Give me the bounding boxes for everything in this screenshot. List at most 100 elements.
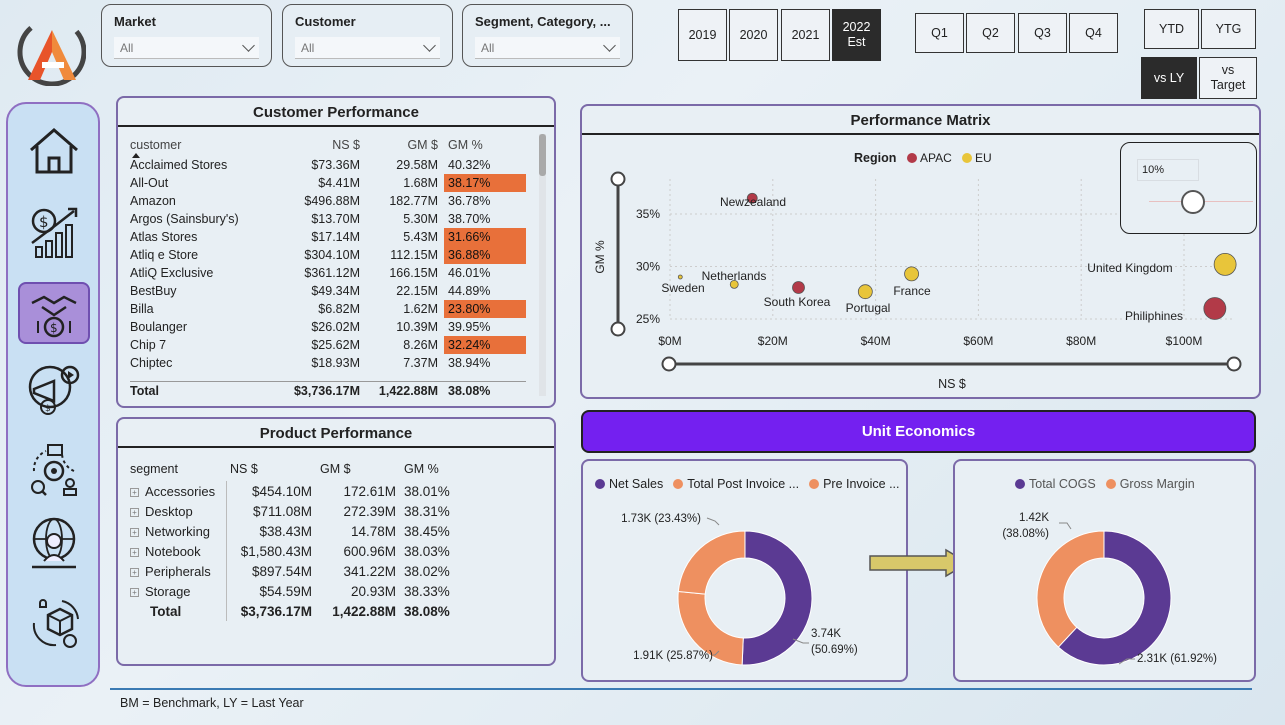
nav-support[interactable] <box>18 592 90 654</box>
vs-target-button[interactable]: vs Target <box>1199 57 1257 99</box>
segment-cell: + Peripherals <box>130 561 226 581</box>
table-row[interactable]: + Notebook $1,580.43M 600.96M 38.03% <box>130 541 464 561</box>
donut-slice[interactable] <box>741 530 813 666</box>
nav-marketing[interactable]: $ <box>18 358 90 420</box>
year-2022-button[interactable]: 2022 Est <box>832 9 881 61</box>
market-dropdown[interactable]: All <box>114 37 259 59</box>
market-value: All <box>120 40 134 55</box>
segment-filter[interactable]: Segment, Category, ... All <box>462 4 633 67</box>
table-row[interactable]: Atlas Stores $17.14M 5.43M 31.66% <box>130 228 526 246</box>
table-row[interactable]: Chip 7 $25.62M 8.26M 32.24% <box>130 336 526 354</box>
table-row[interactable]: Chiptec $18.93M 7.37M 38.94% <box>130 354 526 372</box>
table-row[interactable]: Boulanger $26.02M 10.39M 39.95% <box>130 318 526 336</box>
nav-executive[interactable] <box>18 512 90 574</box>
gm-cell: 341.22M <box>343 563 396 579</box>
donut-slice[interactable] <box>677 530 746 595</box>
table-row[interactable]: Amazon $496.88M 182.77M 36.78% <box>130 192 526 210</box>
gm-cell: 600.96M <box>343 543 396 559</box>
q1-button[interactable]: Q1 <box>915 13 964 53</box>
y-tick-label: 35% <box>636 207 660 221</box>
y-range-handle-bottom <box>610 321 626 337</box>
threshold-handle[interactable] <box>1181 190 1205 214</box>
ytd-button[interactable]: YTD <box>1144 9 1199 49</box>
q3-button[interactable]: Q3 <box>1018 13 1067 53</box>
customer-filter[interactable]: Customer All <box>282 4 453 67</box>
total-label: Total <box>130 384 159 398</box>
donut-slice[interactable] <box>1036 530 1105 648</box>
table-row[interactable]: + Desktop $711.08M 272.39M 38.31% <box>130 501 464 521</box>
table-row[interactable]: Argos (Sainsbury's) $13.70M 5.30M 38.70% <box>130 210 526 228</box>
table-row[interactable]: AtliQ Exclusive $361.12M 166.15M 46.01% <box>130 264 526 282</box>
table-row[interactable]: + Networking $38.43M 14.78M 38.45% <box>130 521 464 541</box>
nav-supply-chain[interactable] <box>18 438 90 500</box>
col-customer[interactable]: customer <box>130 134 280 156</box>
table-row[interactable]: Billa $6.82M 1.62M 23.80% <box>130 300 526 318</box>
expand-icon[interactable]: + <box>130 507 139 517</box>
segment-cell: + Desktop <box>130 501 226 521</box>
x-tick-label: $20M <box>758 334 788 348</box>
legend-pre-invoice: Pre Invoice ... <box>823 477 900 491</box>
q2-button[interactable]: Q2 <box>966 13 1015 53</box>
year-2019-button[interactable]: 2019 <box>678 9 727 61</box>
table-row[interactable]: + Storage $54.59M 20.93M 38.33% <box>130 581 464 601</box>
nav-sales[interactable]: $ <box>18 282 90 344</box>
data-point <box>857 284 873 300</box>
market-filter[interactable]: Market All <box>101 4 272 67</box>
expand-icon[interactable]: + <box>130 487 139 497</box>
col-ns[interactable]: NS $ <box>280 134 366 156</box>
ns-cell: $38.43M <box>225 521 316 541</box>
gm-pct-cell: 38.45% <box>404 523 450 539</box>
table-row[interactable]: All-Out $4.41M 1.68M 38.17% <box>130 174 526 192</box>
table-row[interactable]: Acclaimed Stores $73.36M 29.58M 40.32% <box>130 156 526 174</box>
table-row[interactable]: BestBuy $49.34M 22.15M 44.89% <box>130 282 526 300</box>
year-2021-button[interactable]: 2021 <box>781 9 830 61</box>
data-label: Philiphines <box>1125 309 1183 323</box>
ns-cell: $73.36M <box>311 158 360 172</box>
legend-dot-net-sales <box>595 479 605 489</box>
gm-pct-cell: 38.31% <box>404 503 450 519</box>
col-product-gm-pct[interactable]: GM % <box>400 457 464 481</box>
gm-pct-cell: 38.94% <box>448 356 491 370</box>
expand-icon[interactable]: + <box>130 587 139 597</box>
table-row[interactable]: Atliq e Store $304.10M 112.15M 36.88% <box>130 246 526 264</box>
x-tick-label: $100M <box>1166 334 1203 348</box>
legend-dot <box>962 153 972 163</box>
gm-pct-cell: 38.17% <box>444 174 526 192</box>
col-segment[interactable]: segment <box>130 457 226 481</box>
col-gm-pct[interactable]: GM % <box>444 134 526 156</box>
col-gm[interactable]: GM $ <box>366 134 444 156</box>
vs-ly-button[interactable]: vs LY <box>1141 57 1197 99</box>
expand-icon[interactable]: + <box>130 527 139 537</box>
nav-finance[interactable]: $ <box>18 200 90 262</box>
customer-filter-label: Customer <box>295 14 356 29</box>
threshold-input[interactable]: 10% <box>1137 159 1199 181</box>
gm-cell: 5.43M <box>403 230 438 244</box>
gm-threshold-slicer[interactable]: 10% <box>1120 142 1257 234</box>
segment-cell: + Notebook <box>130 541 226 561</box>
col-product-ns[interactable]: NS $ <box>226 457 316 481</box>
nav-home[interactable] <box>18 120 90 182</box>
expand-icon[interactable]: + <box>130 547 139 557</box>
customer-table-scrollbar[interactable] <box>539 134 546 396</box>
table-row[interactable]: + Peripherals $897.54M 341.22M 38.02% <box>130 561 464 581</box>
segment-dropdown[interactable]: All <box>475 37 620 59</box>
ytg-button[interactable]: YTG <box>1201 9 1256 49</box>
product-performance-panel: Product Performance segment NS $ GM $ GM… <box>116 417 556 666</box>
expand-icon[interactable]: + <box>130 567 139 577</box>
year-2020-button[interactable]: 2020 <box>729 9 778 61</box>
label-leader-line <box>1059 522 1072 530</box>
y-tick-label: 30% <box>636 260 660 274</box>
table-row[interactable]: + Accessories $454.10M 172.61M 38.01% <box>130 481 464 501</box>
scrollbar-thumb[interactable] <box>539 134 546 176</box>
data-label: 1.42K <box>1019 512 1049 524</box>
ns-cell: $454.10M <box>225 481 316 501</box>
gm-cell: 166.15M <box>389 266 438 280</box>
customer-cell: All-Out <box>130 176 169 190</box>
sort-asc-icon[interactable] <box>132 153 140 158</box>
q4-button[interactable]: Q4 <box>1069 13 1118 53</box>
customer-dropdown[interactable]: All <box>295 37 440 59</box>
col-product-gm[interactable]: GM $ <box>316 457 400 481</box>
chevron-down-icon <box>603 38 616 52</box>
segment-name: Accessories <box>145 483 216 499</box>
data-label: (50.69%) <box>811 644 858 656</box>
